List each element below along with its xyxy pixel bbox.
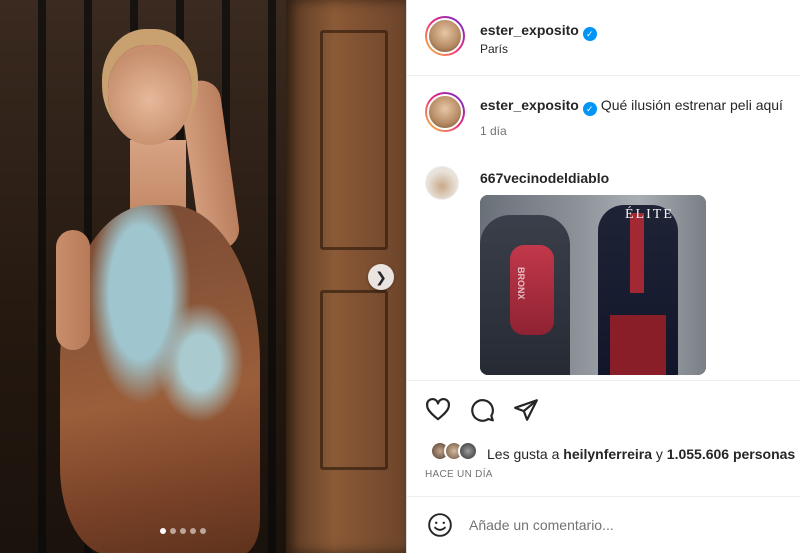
author-username-text[interactable]: ester_exposito	[480, 22, 579, 38]
carousel-dots	[160, 528, 206, 534]
caption-text: Qué ilusión estrenar peli aquí	[600, 97, 783, 113]
post-caption: ester_exposito ✓ Qué ilusión estrenar peli…	[407, 86, 800, 156]
photo-subject	[56, 40, 270, 553]
post-sidebar: ester_exposito ✓ París ester_exposito ✓ Qué…	[406, 0, 800, 553]
comment-item: 667vecinodeldiablo BRONX ÉLITE	[407, 160, 800, 380]
carousel-dot	[170, 528, 176, 534]
comment-input[interactable]	[469, 513, 779, 537]
add-comment-bar	[407, 496, 800, 553]
carousel-dot	[190, 528, 196, 534]
caption-line: ester_exposito ✓ Qué ilusión estrenar peli…	[480, 97, 783, 116]
post-location[interactable]: París	[480, 42, 508, 56]
likes-count[interactable]: 1.055.606 personas	[667, 446, 795, 462]
heart-icon[interactable]	[425, 397, 451, 423]
post-photo[interactable]: ❯	[0, 0, 406, 553]
avatar[interactable]	[425, 92, 465, 132]
likes-summary: Les gusta a heilynferreira y 1.055.606 p…	[407, 438, 800, 468]
comment-gif[interactable]: BRONX ÉLITE	[480, 195, 706, 375]
comment-bubble-icon[interactable]	[469, 397, 495, 423]
author-username[interactable]: ester_exposito ✓	[480, 22, 597, 41]
liker-avatars[interactable]	[430, 441, 482, 463]
verified-badge-icon: ✓	[582, 27, 597, 41]
gif-overlay-text: ÉLITE	[625, 207, 674, 222]
avatar[interactable]	[425, 16, 465, 56]
carousel-dot	[180, 528, 186, 534]
post-date[interactable]: HACE UN DÍA	[425, 469, 493, 480]
carousel-dot	[200, 528, 206, 534]
liker-username[interactable]: heilynferreira	[563, 446, 652, 462]
verified-badge-icon: ✓	[582, 102, 597, 116]
avatar[interactable]	[425, 166, 459, 200]
likes-text: Les gusta a heilynferreira y 1.055.606 p…	[487, 446, 796, 462]
gif-backpack-text: BRONX	[516, 267, 526, 300]
carousel-dot	[160, 528, 166, 534]
post-actions	[407, 380, 800, 436]
caption-username[interactable]: ester_exposito	[480, 97, 579, 113]
comment-username[interactable]: 667vecinodeldiablo	[480, 170, 609, 186]
caption-timestamp[interactable]: 1 día	[480, 124, 507, 138]
post-header: ester_exposito ✓ París	[407, 0, 800, 76]
paper-plane-icon[interactable]	[513, 397, 539, 423]
emoji-icon[interactable]	[427, 512, 453, 538]
chevron-right-icon[interactable]: ❯	[368, 264, 394, 290]
